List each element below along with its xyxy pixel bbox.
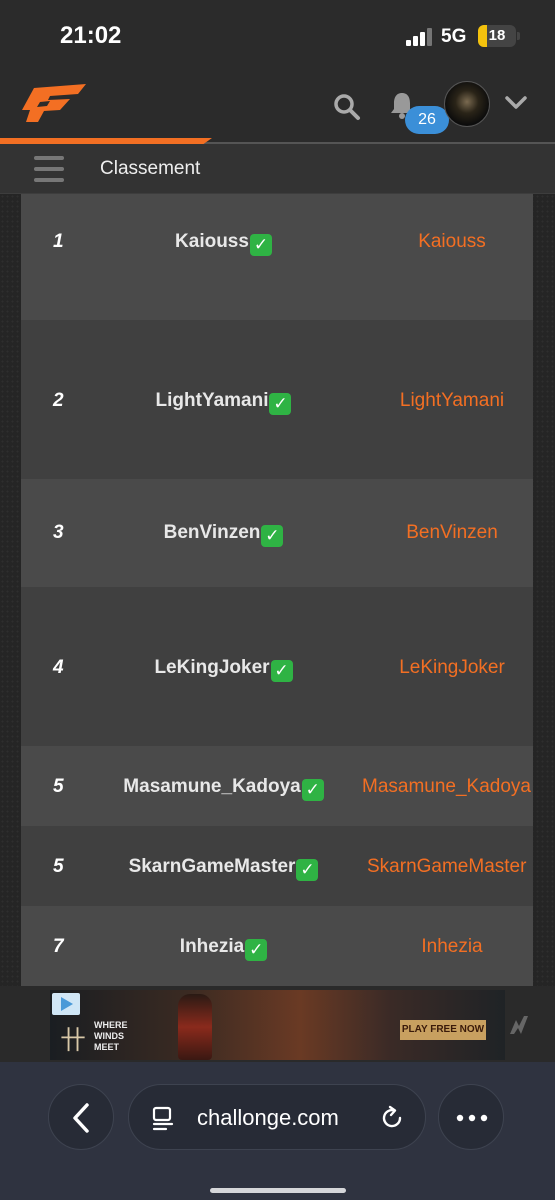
participant-link[interactable]: Inhezia (356, 936, 548, 958)
ad-play-icon[interactable] (52, 993, 80, 1015)
chevron-down-icon[interactable] (504, 94, 528, 112)
more-options-icon (456, 1114, 488, 1122)
ad-headline: WHERE WINDS MEET (94, 1020, 128, 1052)
standings-area: 1 Kaiouss ✓ Kaiouss 2 LightYamani ✓ LightY… (0, 194, 555, 986)
verified-check-icon: ✓ (270, 660, 293, 682)
rank-cell: 7 (53, 936, 64, 957)
rank-cell: 2 (53, 390, 64, 411)
table-row: 7 Inhezia ✓ Inhezia (21, 906, 533, 986)
participant-link[interactable]: BenVinzen (356, 522, 548, 544)
reader-mode-icon[interactable] (151, 1105, 175, 1131)
table-row: 1 Kaiouss ✓ Kaiouss (21, 194, 533, 320)
home-indicator (210, 1188, 346, 1193)
rank-cell: 4 (53, 657, 64, 678)
app-header: 26 (0, 72, 555, 142)
address-bar[interactable]: challonge.com (128, 1084, 426, 1150)
reload-icon[interactable] (379, 1105, 405, 1131)
participant-link[interactable]: SkarnGameMaster (367, 856, 533, 878)
participant-link[interactable]: LeKingJoker (356, 657, 548, 679)
more-options-button[interactable] (438, 1084, 504, 1150)
signal-icon (406, 28, 434, 46)
participant-name: LightYamani ✓ (91, 390, 356, 415)
participant-link[interactable]: Kaiouss (356, 231, 548, 253)
status-time: 21:02 (60, 22, 122, 49)
standings-table: 1 Kaiouss ✓ Kaiouss 2 LightYamani ✓ LightY… (21, 194, 533, 986)
verified-check-icon: ✓ (269, 393, 292, 415)
participant-name: LeKingJoker ✓ (91, 657, 356, 682)
participant-link[interactable]: LightYamani (356, 390, 548, 412)
verified-check-icon: ✓ (301, 779, 324, 801)
table-row: 5 Masamune_Kadoya ✓ Masamune_Kadoya (21, 746, 533, 826)
participant-name: Kaiouss ✓ (91, 231, 356, 256)
back-arrow-icon (73, 1103, 89, 1133)
table-row: 2 LightYamani ✓ LightYamani (21, 320, 533, 479)
battery-icon: 18 (478, 25, 516, 47)
ad-banner[interactable]: 卄 WHERE WINDS MEET PLAY FREE NOW (50, 990, 505, 1060)
rank-cell: 5 (53, 776, 64, 797)
ad-network-icon (508, 1014, 530, 1036)
verified-check-icon: ✓ (296, 859, 319, 881)
participant-name: SkarnGameMaster ✓ (91, 856, 356, 881)
rank-cell: 1 (53, 231, 64, 252)
rank-cell: 3 (53, 522, 64, 543)
search-icon[interactable] (332, 92, 362, 122)
sub-header: Classement (0, 144, 555, 194)
page-title: Classement (100, 158, 201, 179)
url-text: challonge.com (197, 1105, 339, 1130)
hamburger-icon[interactable] (34, 156, 64, 182)
table-row: 5 SkarnGameMaster ✓ SkarnGameMaster (21, 826, 533, 906)
challonge-logo-icon[interactable] (20, 80, 90, 126)
rank-cell: 5 (53, 856, 64, 877)
table-row: 4 LeKingJoker ✓ LeKingJoker (21, 587, 533, 746)
status-bar: 21:02 5G 18 (0, 0, 555, 72)
participant-link[interactable]: Masamune_Kadoya (362, 776, 533, 798)
table-row: 3 BenVinzen ✓ BenVinzen (21, 479, 533, 587)
ad-cta-button[interactable]: PLAY FREE NOW (400, 1020, 486, 1040)
network-type: 5G (441, 26, 467, 47)
ad-game-logo: 卄 (60, 1026, 87, 1055)
back-button[interactable] (48, 1084, 114, 1150)
participant-name: Inhezia ✓ (91, 936, 356, 961)
browser-toolbar: challonge.com (0, 1062, 555, 1200)
verified-check-icon: ✓ (261, 525, 284, 547)
verified-check-icon: ✓ (245, 939, 268, 961)
ad-character-image (178, 994, 212, 1060)
participant-name: BenVinzen ✓ (91, 522, 356, 547)
ad-bar: 卄 WHERE WINDS MEET PLAY FREE NOW (0, 986, 555, 1062)
notification-badge[interactable]: 26 (405, 106, 449, 134)
battery-level: 18 (488, 27, 506, 44)
verified-check-icon: ✓ (249, 234, 272, 256)
participant-name: Masamune_Kadoya ✓ (91, 776, 356, 801)
user-avatar[interactable] (444, 81, 490, 127)
